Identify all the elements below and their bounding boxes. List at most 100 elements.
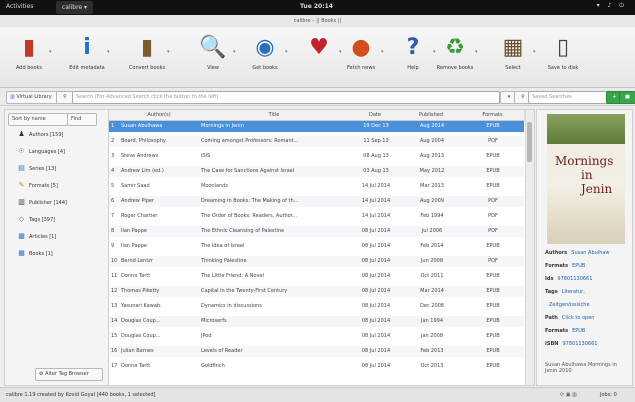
- detail-key: Ids: [545, 276, 554, 282]
- jobs-indicator[interactable]: Jobs: 0: [600, 388, 617, 402]
- table-cell-authors: Thomas Piketty: [121, 288, 160, 294]
- detail-value-link[interactable]: Susan Abulhaw: [571, 250, 609, 256]
- toolbar-button-label: Remove books: [436, 65, 474, 71]
- table-cell-published: Jan 1994: [420, 318, 444, 324]
- toolbar-button-4[interactable]: ◉ Get books: [238, 33, 292, 72]
- table-cell-authors: Yasunari Kawab.: [121, 303, 162, 309]
- table-row[interactable]: 15 Douglas Coup... JPod 08 Jul 2014 Jan 2008…: [109, 331, 524, 342]
- table-row[interactable]: 13 Yasunari Kawab. Dynamics in discussions…: [109, 301, 524, 312]
- toolbar-dropdown-arrow[interactable]: ▾: [285, 49, 288, 55]
- table-cell-title: The Ethnic Cleansing of Palestine: [201, 228, 285, 234]
- table-row[interactable]: 1 Susan Abulhawa Mornings in Jenin 19 Dec 1…: [109, 121, 524, 132]
- row-number: 15: [111, 333, 118, 339]
- heart-icon: ♥: [309, 34, 329, 60]
- table-cell-title: JPod: [201, 333, 212, 339]
- row-number: 14: [111, 318, 118, 324]
- table-row[interactable]: 6 Andrew Piper Dreaming in Books: The Maki…: [109, 196, 524, 207]
- detail-value-link[interactable]: Click to open: [562, 315, 595, 321]
- sort-dropdown[interactable]: Sort by name: [8, 113, 68, 126]
- row-number: 1: [111, 123, 115, 129]
- column-header-date[interactable]: Date: [349, 110, 402, 121]
- column-header-published[interactable]: Published: [401, 110, 462, 121]
- find-button[interactable]: Find: [67, 113, 97, 126]
- column-header-author[interactable]: Author(s): [119, 110, 200, 121]
- toolbar-button-9[interactable]: ▦ Select: [486, 33, 540, 72]
- table-row[interactable]: 17 Donna Tartt Goldfinch 08 Jul 2014 Oct 201…: [109, 361, 524, 372]
- table-cell-title: Mornings in Jenin: [201, 123, 244, 129]
- table-row[interactable]: 16 Julian Barnes Levels of Reader 08 Jul 20…: [109, 346, 524, 357]
- table-row[interactable]: 3 Steve Andrews ISIS 08 Aug 13 Aug 2013 EPUB: [109, 151, 524, 162]
- table-cell-date: 08 Jul 2014: [361, 258, 391, 264]
- table-cell-date: 08 Jul 2014: [361, 243, 391, 249]
- tag-category-item[interactable]: ♟ Authors [159]: [17, 130, 63, 139]
- status-icons[interactable]: ⟳ ▣ ▥: [560, 388, 577, 402]
- column-header-title[interactable]: Title: [199, 110, 350, 121]
- table-row[interactable]: 4 Andrew Lim (ed.) The Case for Sanctions …: [109, 166, 524, 177]
- detail-value-link[interactable]: 97801130661: [562, 341, 597, 347]
- tag-category-item[interactable]: ▥ Publisher [144]: [17, 198, 67, 207]
- cover-title-line-1: Mornings: [555, 154, 614, 168]
- table-cell-title: The Little Friend: A Novel: [201, 273, 264, 279]
- tag-category-item[interactable]: ☉ Languages [4]: [17, 147, 65, 156]
- library-icon: ▦: [502, 34, 524, 60]
- list-scrollbar-thumb[interactable]: [527, 122, 532, 162]
- detail-value-link[interactable]: 97801130661: [557, 276, 592, 282]
- toolbar-button-label: Get books: [252, 65, 278, 71]
- book-cover[interactable]: Mornings in Jenin: [547, 114, 625, 244]
- toolbar-button-1[interactable]: i Edit metadata: [60, 33, 114, 72]
- table-cell-date: 14 Jul 2014: [361, 213, 391, 219]
- table-cell-formats: EPUB: [486, 348, 500, 354]
- tag-category-item[interactable]: ◇ Tags [397]: [17, 215, 55, 224]
- table-row[interactable]: 2 Board, Philosophy Coming amongst Profess…: [109, 136, 524, 147]
- tag-category-item[interactable]: ▤ Series [13]: [17, 164, 56, 173]
- toolbar-button-6[interactable]: ● Fetch news: [334, 33, 388, 72]
- table-cell-date: 08 Aug 13: [363, 153, 389, 159]
- column-header-formats[interactable]: Formats: [461, 110, 525, 121]
- toolbar-button-label: Save to disk: [547, 65, 579, 71]
- recycle-icon: ♻: [445, 34, 465, 60]
- detail-value-link[interactable]: EPUB: [572, 263, 585, 269]
- tag-category-item[interactable]: ▦ Books [1]: [17, 249, 53, 258]
- activities-button[interactable]: Activities: [6, 3, 33, 10]
- list-scrollbar[interactable]: [525, 110, 534, 385]
- row-number: 13: [111, 303, 118, 309]
- table-row[interactable]: 8 Ilan Pappe The Ethnic Cleansing of Pales…: [109, 226, 524, 237]
- tag-category-item[interactable]: ✎ Formats [5]: [17, 181, 58, 190]
- toolbar-dropdown-arrow[interactable]: ▾: [233, 49, 236, 55]
- table-row[interactable]: 12 Thomas Piketty Capital in the Twenty-Fi…: [109, 286, 524, 297]
- table-row[interactable]: 10 Bernd Lentzr Thinking Palestine 08 Jul 2…: [109, 256, 524, 267]
- virtual-library-button[interactable]: ▥ Virtual Library: [6, 91, 58, 104]
- detail-value-link[interactable]: Literatur,: [562, 289, 585, 295]
- search-input[interactable]: Search (For Advanced Search click the bu…: [72, 91, 500, 104]
- system-tray[interactable]: ▾ ♪ ⏻: [597, 2, 627, 10]
- toolbar-button-3[interactable]: 🔍 View: [186, 33, 240, 72]
- toolbar-dropdown-arrow[interactable]: ▾: [381, 49, 384, 55]
- toolbar-button-8[interactable]: ♻ Remove books: [428, 33, 482, 72]
- table-row[interactable]: 5 Samir Saad Moonlands 14 Jul 2014 Mar 2013 E…: [109, 181, 524, 192]
- app-menu[interactable]: calibre ▾: [56, 1, 94, 14]
- table-cell-formats: EPUB: [486, 318, 500, 324]
- toolbar-button-10[interactable]: ▯ Save to disk: [536, 33, 590, 72]
- saved-search-input[interactable]: Saved Searches: [528, 91, 608, 104]
- clock[interactable]: Tue 20:14: [300, 3, 333, 10]
- toolbar-button-2[interactable]: ▮ Convert books: [120, 33, 174, 72]
- table-row[interactable]: 7 Roger Chartier The Order of Books: Reade…: [109, 211, 524, 222]
- table-row[interactable]: 14 Douglas Coup... Microserfs 08 Jul 2014 Ja…: [109, 316, 524, 327]
- detail-value-link[interactable]: EPUB: [572, 328, 585, 334]
- toolbar-dropdown-arrow[interactable]: ▾: [475, 49, 478, 55]
- alter-tag-browser-button[interactable]: ⚙ Alter Tag Browser: [35, 368, 103, 381]
- tag-category-label: Languages [4]: [29, 148, 65, 155]
- tag-category-label: Formats [5]: [29, 182, 58, 189]
- tag-category-item[interactable]: ▦ Articles [1]: [17, 232, 56, 241]
- toolbar-button-0[interactable]: ▮ Add books: [2, 33, 56, 72]
- toolbar-dropdown-arrow[interactable]: ▾: [107, 49, 110, 55]
- toolbar-dropdown-arrow[interactable]: ▾: [167, 49, 170, 55]
- tag-icon: ◇: [18, 215, 25, 223]
- toolbar-button-label: View: [207, 65, 219, 71]
- table-row[interactable]: 11 Donna Tartt The Little Friend: A Novel 0…: [109, 271, 524, 282]
- table-cell-authors: Roger Chartier: [121, 213, 158, 219]
- toolbar-dropdown-arrow[interactable]: ▾: [49, 49, 52, 55]
- manage-search-icon[interactable]: ■: [619, 91, 635, 104]
- table-row[interactable]: 9 Ilan Pappe The Idea of Israel 08 Jul 2014…: [109, 241, 524, 252]
- detail-value-link[interactable]: Zeitgenössische: [549, 302, 590, 308]
